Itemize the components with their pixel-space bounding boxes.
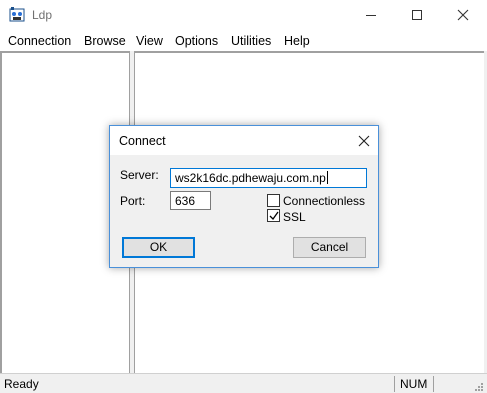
status-num-indicator: NUM [400, 377, 428, 391]
close-button[interactable] [440, 0, 486, 31]
close-icon [358, 135, 370, 147]
menu-connection[interactable]: Connection [8, 34, 71, 48]
minimize-button[interactable] [348, 0, 394, 31]
server-value: ws2k16dc.pdhewaju.com.np [175, 171, 326, 185]
maximize-button[interactable] [394, 0, 440, 31]
status-divider [433, 376, 434, 392]
ok-button[interactable]: OK [122, 237, 195, 258]
status-text: Ready [4, 377, 39, 391]
server-input[interactable]: ws2k16dc.pdhewaju.com.np [170, 168, 367, 188]
menu-options[interactable]: Options [175, 34, 218, 48]
port-input[interactable]: 636 [170, 191, 211, 210]
ldp-app-icon [9, 7, 25, 23]
dialog-titlebar[interactable]: Connect [110, 126, 378, 155]
status-divider [394, 376, 395, 392]
port-value: 636 [175, 194, 196, 208]
menu-view[interactable]: View [136, 34, 163, 48]
window-titlebar[interactable]: Ldp [0, 0, 487, 31]
connectionless-label[interactable]: Connectionless [283, 194, 365, 208]
menu-help[interactable]: Help [284, 34, 310, 48]
status-bar: Ready NUM [0, 373, 487, 393]
resize-grip-icon[interactable] [474, 381, 484, 393]
dialog-close-button[interactable] [350, 126, 378, 155]
connect-dialog: Connect Server: ws2k16dc.pdhewaju.com.np… [109, 125, 379, 268]
menu-utilities[interactable]: Utilities [231, 34, 271, 48]
menu-bar: Connection Browse View Options Utilities… [0, 31, 487, 51]
ssl-checkbox[interactable] [267, 209, 280, 222]
close-icon [457, 9, 469, 21]
cancel-button[interactable]: Cancel [293, 237, 366, 258]
text-caret [326, 171, 328, 184]
ssl-label[interactable]: SSL [283, 210, 306, 224]
server-label: Server: [120, 168, 159, 182]
minimize-icon [366, 15, 376, 16]
dialog-title: Connect [119, 134, 166, 148]
port-label: Port: [120, 194, 146, 208]
checkmark-icon [269, 211, 279, 221]
maximize-icon [412, 10, 422, 20]
menu-browse[interactable]: Browse [84, 34, 126, 48]
connectionless-checkbox[interactable] [267, 194, 280, 207]
window-title: Ldp [32, 8, 53, 22]
